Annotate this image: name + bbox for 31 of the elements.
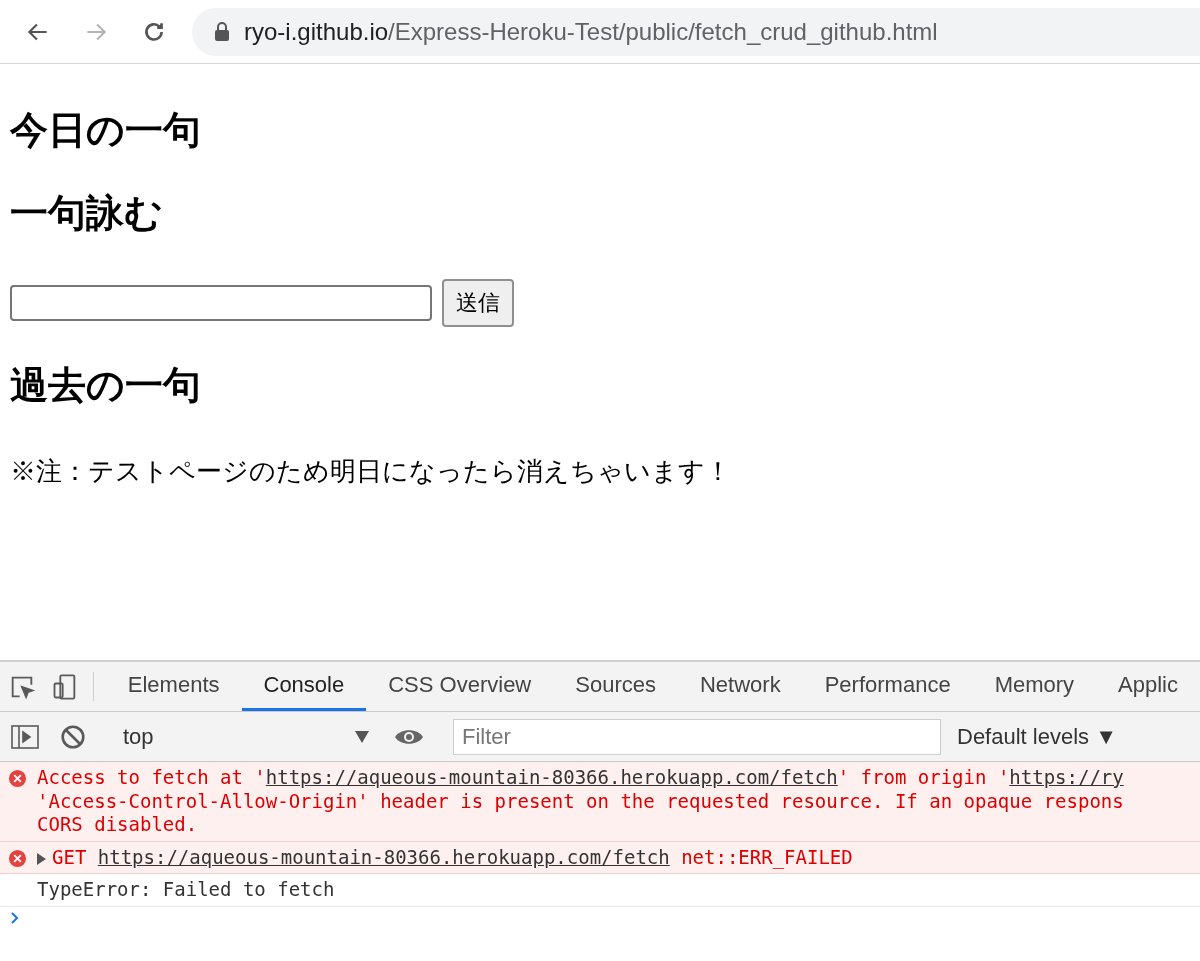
url-link[interactable]: https://ry xyxy=(1009,766,1124,788)
input-field[interactable] xyxy=(10,284,432,321)
console-message: Access to fetch at 'https://aqueous-mountain-80366.herokuapp.com/fetch' from origin 'https://ry 'Access-Control-Allow-Origin' header is present on the requested resource. If an opaque respons CORS disabled. xyxy=(37,766,1124,837)
devtools-tab[interactable]: Network xyxy=(678,662,803,711)
prompt-chevron-icon xyxy=(10,910,20,925)
context-select[interactable]: top xyxy=(117,723,379,750)
console-message: GET https://aqueous-mountain-80366.herokuapp.com/fetch net::ERR_FAILED xyxy=(52,845,853,869)
note-text: ※注：テストページのため明日になったら消えちゃいます！ xyxy=(10,455,732,489)
devtools-tab[interactable]: Sources xyxy=(553,662,678,711)
devtools-tab[interactable]: CSS Overview xyxy=(366,662,554,711)
page-heading: 今日の一句 xyxy=(10,108,202,153)
devtools-tab[interactable]: Performance xyxy=(802,662,973,711)
devtools-tab[interactable]: Applic xyxy=(1096,662,1200,711)
filter-field[interactable]: Filter xyxy=(453,718,941,755)
lock-icon xyxy=(214,21,230,42)
sidebar-toggle-icon[interactable] xyxy=(8,723,42,750)
console-message: TypeError: Failed to fetch xyxy=(37,878,335,902)
section-heading: 一句詠む xyxy=(10,191,164,237)
devtools-tab[interactable]: Memory xyxy=(972,662,1097,711)
url-text: ryo-i.github.io/Express-Heroku-Test/public/fetch_crud_github.html xyxy=(244,17,938,46)
address-bar[interactable]: ryo-i.github.io/Express-Heroku-Test/public/fetch_crud_github.html xyxy=(192,7,1200,56)
url-link[interactable]: https://aqueous-mountain-80366.herokuapp.com/fetch xyxy=(97,845,670,868)
devtools-tab[interactable]: Elements xyxy=(105,662,242,711)
error-icon xyxy=(8,848,27,868)
url-link[interactable]: https://aqueous-mountain-80366.herokuapp.com/fetch xyxy=(265,766,838,788)
section-heading: 過去の一句 xyxy=(10,362,202,408)
levels-dropdown[interactable]: Default levels ▼ xyxy=(957,723,1117,750)
dropdown-caret-icon xyxy=(355,730,369,743)
error-icon xyxy=(8,769,27,788)
expand-triangle-icon[interactable] xyxy=(37,852,46,865)
submit-button[interactable]: 送信 xyxy=(442,278,514,327)
